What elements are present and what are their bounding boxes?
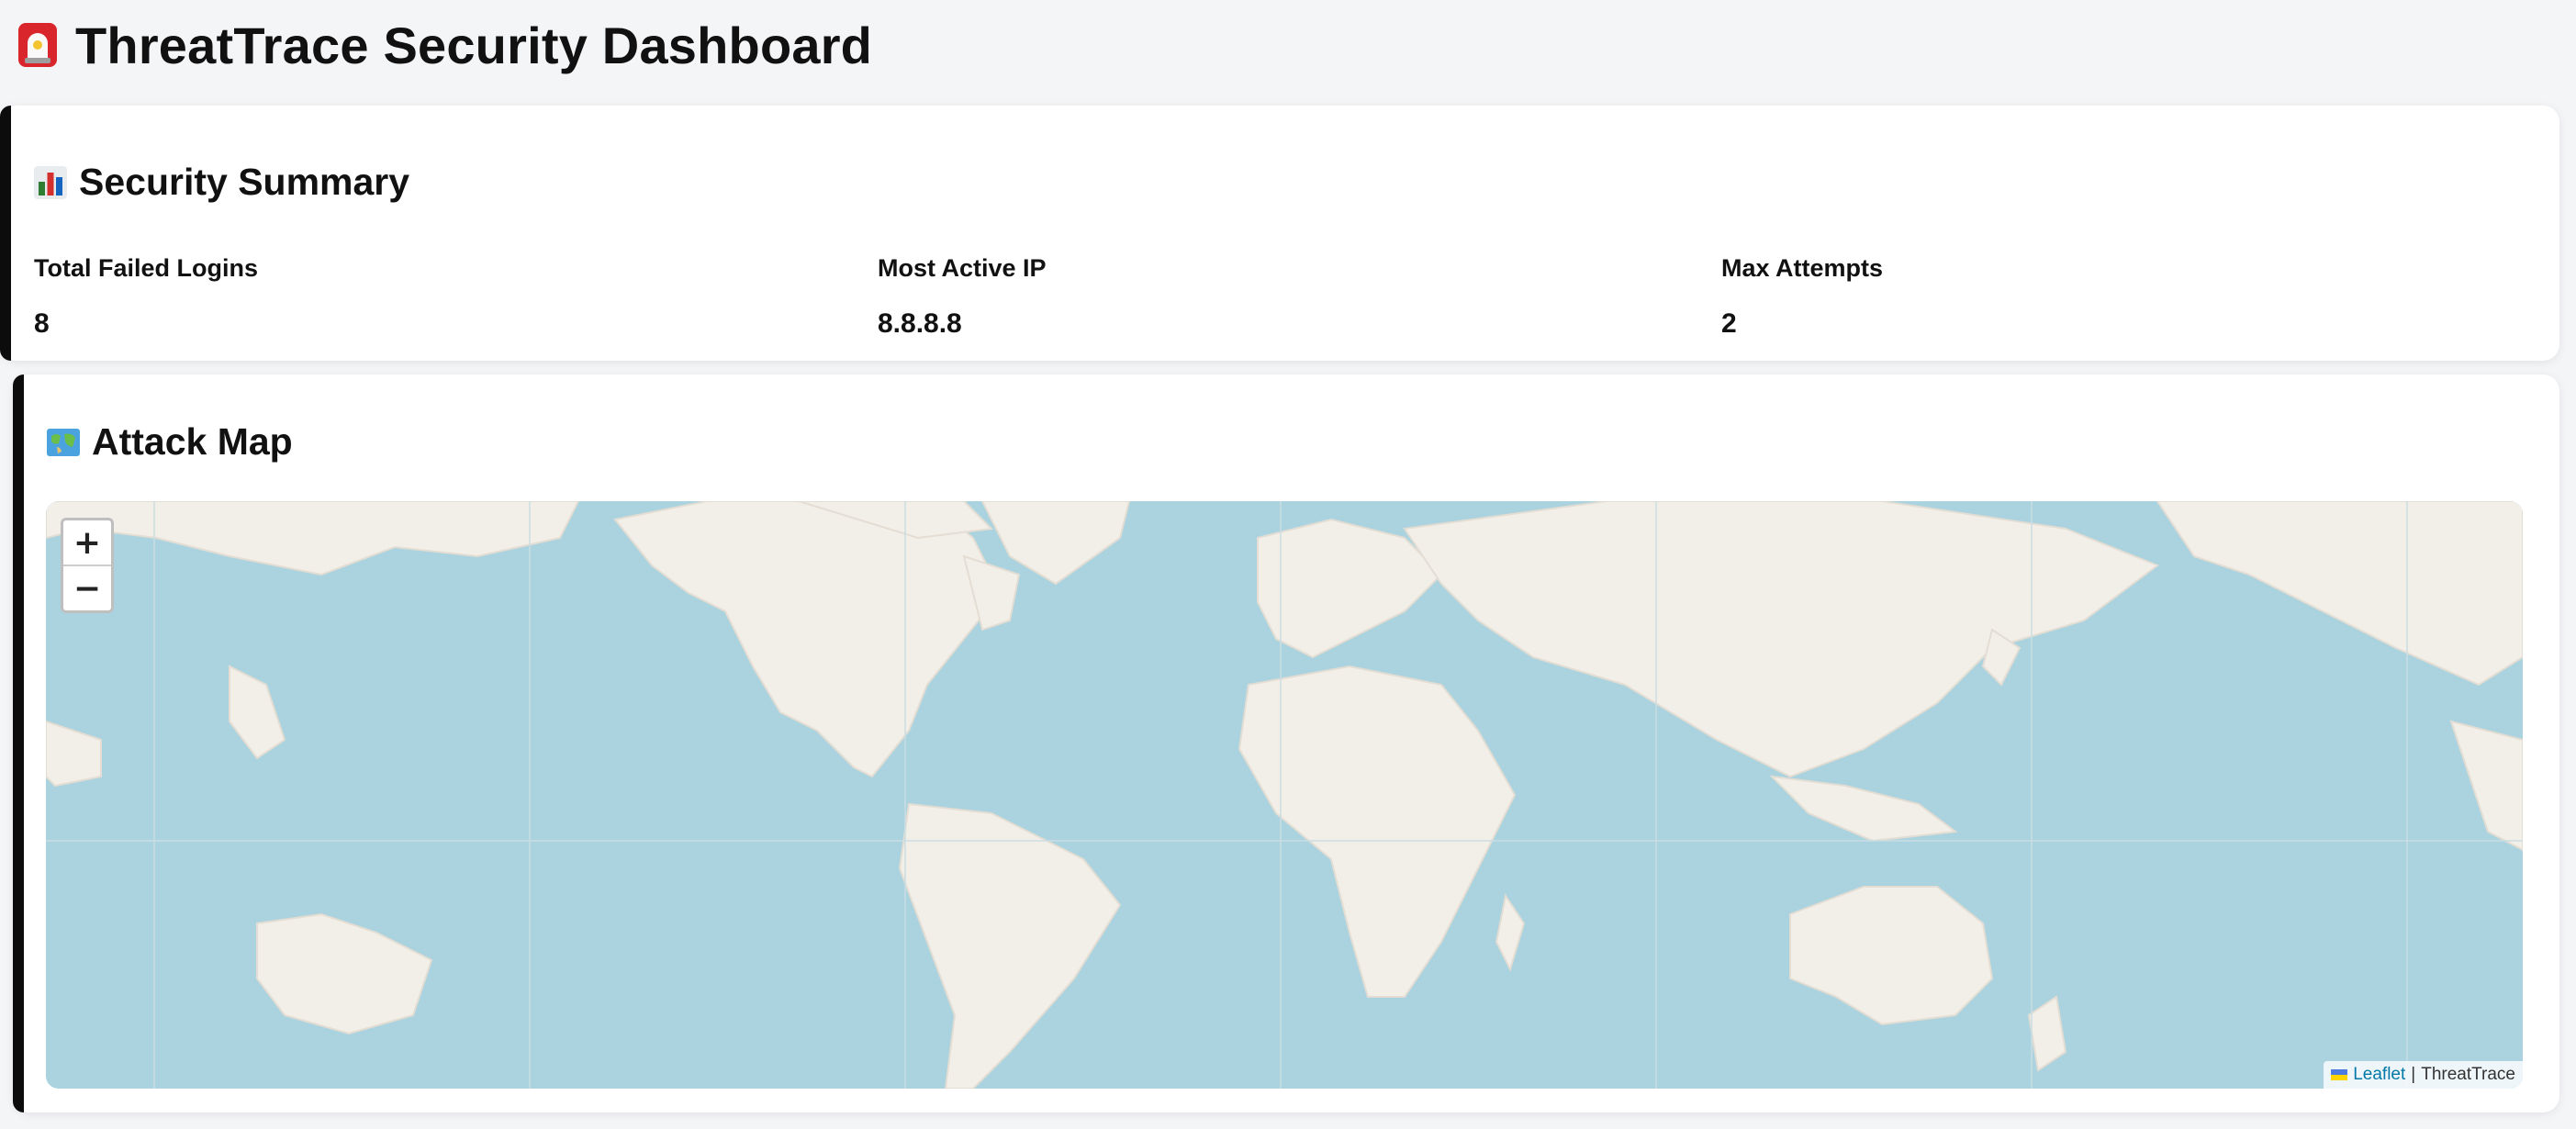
- world-basemap[interactable]: [46, 501, 2523, 1089]
- stat-value: 8.8.8.8: [878, 308, 962, 339]
- stat-max-attempts: Max Attempts 2: [1721, 254, 1883, 340]
- stat-most-active-ip: Most Active IP 8.8.8.8: [878, 254, 1047, 340]
- stat-label: Max Attempts: [1721, 254, 1884, 282]
- stat-total-failed-logins: Total Failed Logins 8: [34, 254, 258, 340]
- page-title: ThreatTrace Security Dashboard: [75, 16, 873, 74]
- attack-map-card: Attack Map + − Leaflet | ThreatTrace: [13, 374, 2559, 1112]
- attack-map[interactable]: + − Leaflet | ThreatTrace: [46, 501, 2523, 1089]
- leaflet-link[interactable]: Leaflet: [2353, 1065, 2405, 1085]
- map-attribution: Leaflet | ThreatTrace: [2324, 1061, 2523, 1089]
- zoom-in-button[interactable]: +: [63, 520, 111, 564]
- attribution-text: ThreatTrace: [2421, 1065, 2515, 1084]
- page-header: ThreatTrace Security Dashboard: [17, 13, 872, 77]
- summary-title: Security Summary: [33, 161, 409, 204]
- map-title: Attack Map: [46, 420, 293, 464]
- stat-value: 8: [34, 308, 50, 339]
- map-title-text: Attack Map: [92, 420, 293, 463]
- zoom-out-button[interactable]: −: [63, 564, 111, 610]
- stat-value: 2: [1721, 308, 1737, 339]
- ukraine-flag-icon: [2331, 1069, 2348, 1080]
- bar-chart-icon: [34, 165, 67, 199]
- world-map-icon: [47, 428, 80, 456]
- summary-title-text: Security Summary: [79, 161, 410, 203]
- attribution-separator: |: [2411, 1065, 2416, 1084]
- siren-icon: [18, 23, 57, 67]
- stat-label: Most Active IP: [878, 254, 1047, 282]
- security-summary-card: Security Summary Total Failed Logins 8 M…: [0, 106, 2559, 361]
- zoom-control: + −: [61, 518, 114, 613]
- stat-label: Total Failed Logins: [34, 254, 259, 282]
